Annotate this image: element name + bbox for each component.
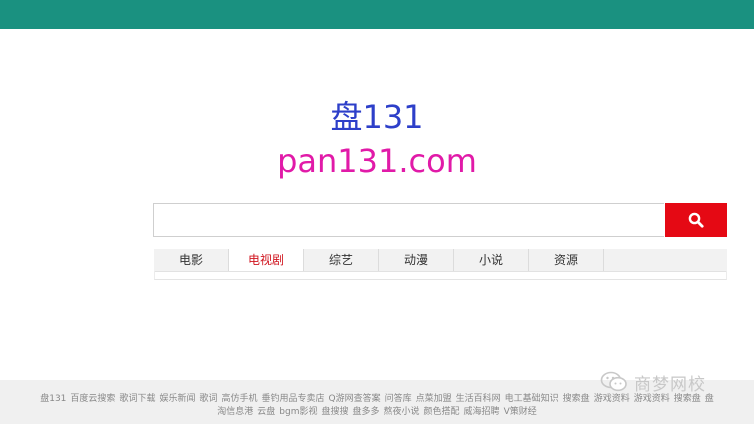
footer-link[interactable]: bgm影视 [279, 407, 317, 417]
footer-link[interactable]: V策财经 [504, 407, 537, 417]
search-bar [153, 203, 727, 237]
tab-tv-series[interactable]: 电视剧 [229, 249, 304, 271]
watermark-text: 商梦网校 [634, 374, 706, 395]
watermark: 商梦网校 [600, 368, 706, 396]
tabs-filler [604, 249, 727, 271]
footer-link[interactable]: Q游网查答案 [329, 394, 381, 404]
search-input[interactable] [153, 203, 664, 237]
site-logo-domain: pan131.com [277, 142, 477, 180]
tab-movies[interactable]: 电影 [154, 249, 229, 271]
tab-anime[interactable]: 动漫 [379, 249, 454, 271]
category-tabs: 电影 电视剧 综艺 动漫 小说 资源 [154, 249, 727, 272]
tab-resources[interactable]: 资源 [529, 249, 604, 271]
footer-link[interactable]: 搜索盘 [563, 394, 590, 404]
footer-link[interactable]: 娱乐新闻 [159, 394, 195, 404]
footer-link[interactable]: 盘搜搜 [321, 407, 348, 417]
footer-link[interactable]: 生活百科网 [456, 394, 501, 404]
footer-link[interactable]: 熬夜小说 [384, 407, 420, 417]
footer-link[interactable]: 淘信息港 [217, 407, 253, 417]
footer-link[interactable]: 歌词下载 [119, 394, 155, 404]
footer-link[interactable]: 盘131 [40, 394, 66, 404]
footer-link[interactable]: 垂钓用品专卖店 [262, 394, 325, 404]
footer-link[interactable]: 盘 [705, 394, 714, 404]
footer-link[interactable]: 歌词 [199, 394, 217, 404]
footer-link[interactable]: 颜色搭配 [424, 407, 460, 417]
footer-link[interactable]: 百度云搜索 [70, 394, 115, 404]
top-bar [0, 0, 754, 29]
tab-variety[interactable]: 综艺 [304, 249, 379, 271]
tab-content-panel [154, 271, 727, 280]
footer-link[interactable]: 高仿手机 [221, 394, 257, 404]
footer-link[interactable]: 点菜加盟 [416, 394, 452, 404]
footer-link[interactable]: 问答库 [385, 394, 412, 404]
wechat-icon [600, 371, 627, 392]
tab-novels[interactable]: 小说 [454, 249, 529, 271]
search-icon [688, 212, 704, 228]
footer-link[interactable]: 云盘 [257, 407, 275, 417]
search-button[interactable] [665, 203, 727, 237]
site-logo-title: 盘131 [330, 98, 424, 136]
footer-link[interactable]: 电工基础知识 [505, 394, 559, 404]
footer-link[interactable]: 威海招聘 [464, 407, 500, 417]
footer-link[interactable]: 盘多多 [353, 407, 380, 417]
footer-links-row-2: 淘信息港 云盘 bgm影视 盘搜搜 盘多多 熬夜小说 颜色搭配 威海招聘 V策财经 [0, 407, 754, 418]
